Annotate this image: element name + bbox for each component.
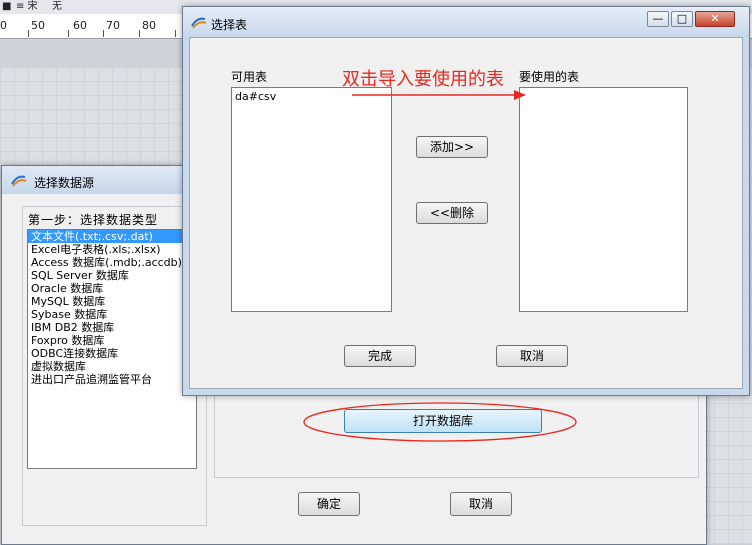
- list-item[interactable]: Sybase 数据库: [28, 308, 196, 321]
- ruler-tick: [139, 30, 140, 37]
- ruler-tick: [68, 30, 69, 37]
- ruler-number: 60: [73, 19, 87, 32]
- toolbar-font-box[interactable]: ≡ 宋: [16, 1, 38, 12]
- ruler-tick: [28, 30, 29, 37]
- list-item[interactable]: MySQL 数据库: [28, 295, 196, 308]
- list-item[interactable]: Oracle 数据库: [28, 282, 196, 295]
- annotation-arrow: [352, 90, 526, 100]
- list-item[interactable]: Excel电子表格(.xls;.xlsx): [28, 243, 196, 256]
- ruler-number: 70: [106, 19, 120, 32]
- ruler-tick: [175, 30, 176, 37]
- available-tables-list[interactable]: da#csv: [231, 87, 392, 312]
- select-table-cancel-button[interactable]: 取消: [496, 345, 568, 367]
- used-tables-list[interactable]: [519, 87, 688, 312]
- list-item[interactable]: 文本文件(.txt;.csv;.dat): [28, 230, 196, 243]
- list-item[interactable]: Foxpro 数据库: [28, 334, 196, 347]
- list-item[interactable]: 虚拟数据库: [28, 360, 196, 373]
- select-table-title: 选择表: [211, 18, 248, 32]
- add-button[interactable]: 添加>>: [416, 136, 488, 158]
- app-icon: [11, 175, 27, 187]
- toolbar-item[interactable]: ■: [2, 1, 11, 12]
- minimize-button[interactable]: —: [647, 11, 669, 27]
- ruler-number: 80: [142, 19, 156, 32]
- close-button[interactable]: ✕: [695, 11, 735, 27]
- list-item[interactable]: Access 数据库(.mdb;.accdb): [28, 256, 196, 269]
- list-item[interactable]: IBM DB2 数据库: [28, 321, 196, 334]
- list-item[interactable]: SQL Server 数据库: [28, 269, 196, 282]
- ruler-number: 50: [31, 19, 45, 32]
- list-item[interactable]: ODBC连接数据库: [28, 347, 196, 360]
- list-item[interactable]: 进出口产品追溯监管平台: [28, 373, 196, 386]
- ok-button[interactable]: 确定: [298, 492, 360, 516]
- type-listbox[interactable]: 文本文件(.txt;.csv;.dat) Excel电子表格(.xls;.xls…: [27, 229, 197, 469]
- datasource-cancel-button[interactable]: 取消: [450, 492, 512, 516]
- remove-button[interactable]: <<删除: [416, 202, 488, 224]
- datasource-title: 选择数据源: [34, 176, 95, 190]
- annotation-ellipse: [303, 402, 577, 442]
- available-tables-label: 可用表: [231, 70, 268, 84]
- step-label: 第一步：选择数据类型: [28, 213, 159, 227]
- select-table-titlebar[interactable]: 选择表 — □ ✕: [183, 7, 749, 37]
- app-icon: [191, 17, 207, 29]
- toolbar-size-box[interactable]: 无: [52, 1, 62, 12]
- ruler-number: 0: [0, 19, 7, 32]
- ruler-tick: [103, 30, 104, 37]
- finish-button[interactable]: 完成: [344, 345, 416, 367]
- maximize-button[interactable]: □: [671, 11, 693, 27]
- used-tables-label: 要使用的表: [519, 70, 580, 84]
